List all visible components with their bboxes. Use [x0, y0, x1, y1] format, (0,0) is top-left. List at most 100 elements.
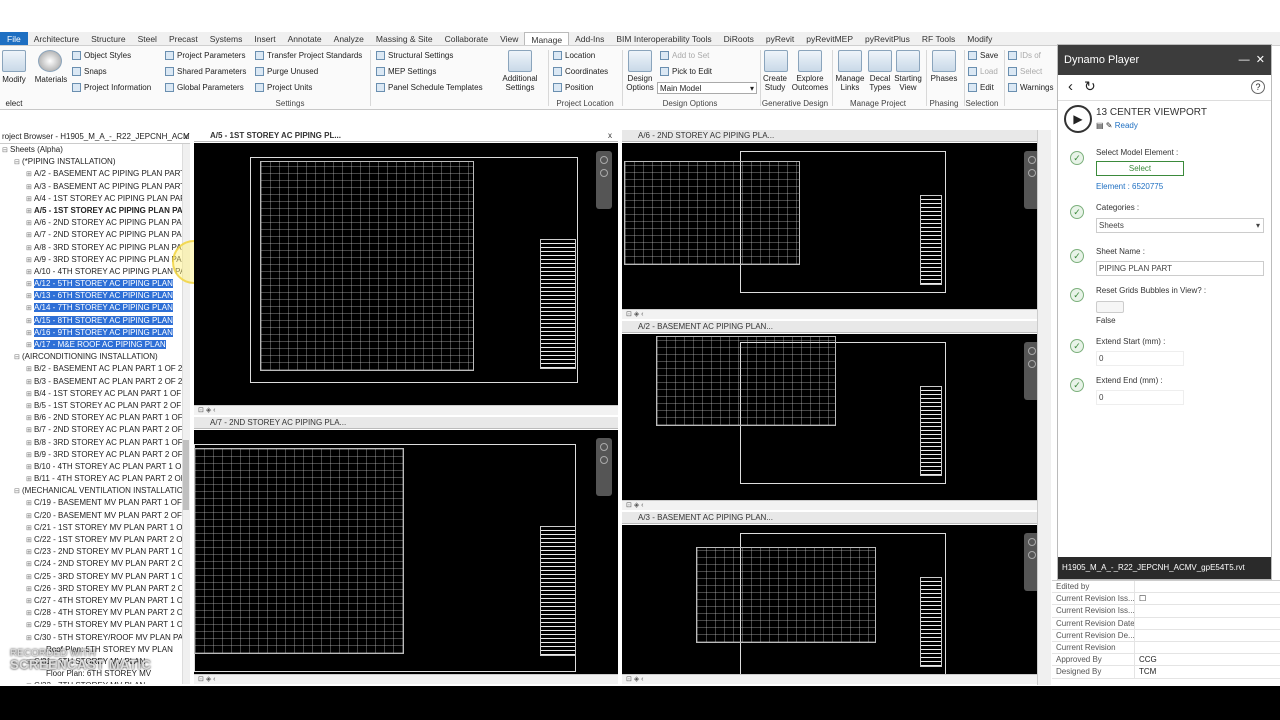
expand-icon[interactable]: ⊞: [26, 303, 34, 314]
pan-icon[interactable]: [1028, 551, 1036, 559]
property-value[interactable]: [1134, 641, 1280, 654]
browser-tree-item[interactable]: ⊞ B/3 - BASEMENT AC PLAN PART 2 OF 2: [0, 376, 182, 388]
browser-tree-item[interactable]: ⊟ (AIRCONDITIONING INSTALLATION): [0, 351, 182, 363]
warnings-button[interactable]: Warnings: [1008, 83, 1054, 92]
property-row[interactable]: Current Revision De...: [1052, 629, 1280, 642]
modify-button[interactable]: Modify: [0, 75, 28, 84]
navigation-wheel[interactable]: [596, 151, 612, 209]
starting-view-button[interactable]: Starting View: [892, 74, 924, 92]
expand-icon[interactable]: ⊞: [26, 523, 34, 534]
panel-schedule-templates-button[interactable]: Panel Schedule Templates: [376, 83, 483, 92]
browser-tree-item[interactable]: ⊞C/32 - 7TH STOREY MV PLAN: [0, 680, 182, 684]
sheet-view-canvas[interactable]: [622, 143, 1046, 309]
property-row[interactable]: Designed By TCM: [1052, 666, 1280, 679]
expand-icon[interactable]: ⊞: [26, 291, 34, 302]
property-row[interactable]: Current Revision Date: [1052, 617, 1280, 630]
expand-icon[interactable]: ⊞: [26, 218, 34, 229]
project-browser-scrollbar[interactable]: [182, 144, 190, 684]
ribbon-tab-analyze[interactable]: Analyze: [328, 32, 370, 45]
scrollbar-thumb[interactable]: [183, 440, 189, 510]
expand-icon[interactable]: ⊞: [26, 364, 34, 375]
expand-icon[interactable]: ⊞: [26, 572, 34, 583]
expand-icon[interactable]: ⊞: [26, 681, 34, 684]
expand-icon[interactable]: ⊞: [26, 620, 34, 631]
reset-grids-toggle[interactable]: [1096, 301, 1124, 313]
ribbon-tab-systems[interactable]: Systems: [204, 32, 249, 45]
ribbon-tab-massing-site[interactable]: Massing & Site: [370, 32, 439, 45]
close-view-icon[interactable]: x: [608, 130, 612, 141]
pan-icon[interactable]: [600, 456, 608, 464]
main-model-dropdown[interactable]: Main Model ▾: [657, 82, 757, 94]
browser-tree-item[interactable]: ⊞ A/8 - 3RD STOREY AC PIPING PLAN PA: [0, 242, 182, 254]
property-row[interactable]: Current Revision Iss...: [1052, 605, 1280, 618]
pan-icon[interactable]: [1028, 360, 1036, 368]
expand-icon[interactable]: ⊞: [26, 450, 34, 461]
ribbon-tab-pyrevitmep[interactable]: pyRevitMEP: [800, 32, 859, 45]
scroll-left-icon[interactable]: ‹: [213, 407, 215, 414]
edit-selection-button[interactable]: Edit: [968, 83, 994, 92]
expand-icon[interactable]: ⊞: [26, 389, 34, 400]
expand-icon[interactable]: ⊞: [26, 401, 34, 412]
expand-icon[interactable]: ⊞: [26, 547, 34, 558]
expand-icon[interactable]: ⊞: [26, 511, 34, 522]
load-selection-button[interactable]: Load: [968, 67, 998, 76]
browser-tree-item[interactable]: ⊞ B/11 - 4TH STOREY AC PLAN PART 2 OF: [0, 473, 182, 485]
ribbon-tab-file[interactable]: File: [0, 32, 28, 45]
manage-links-button[interactable]: Manage Links: [832, 74, 868, 92]
back-icon[interactable]: ‹: [1068, 78, 1073, 95]
ribbon-tab-precast[interactable]: Precast: [163, 32, 204, 45]
explore-outcomes-button[interactable]: Explore Outcomes: [790, 74, 830, 92]
project-units-button[interactable]: Project Units: [255, 83, 312, 92]
sheet-view-canvas[interactable]: [194, 143, 618, 405]
categories-dropdown[interactable]: Sheets ▾: [1096, 218, 1264, 233]
pan-icon[interactable]: [600, 169, 608, 177]
scroll-left-icon[interactable]: ‹: [641, 676, 643, 683]
zoom-icon[interactable]: [1028, 538, 1036, 546]
browser-tree-item[interactable]: ⊞ C/22 - 1ST STOREY MV PLAN PART 2 OF: [0, 534, 182, 546]
browser-tree-item[interactable]: ⊞ C/27 - 4TH STOREY MV PLAN PART 1 OI: [0, 595, 182, 607]
property-value[interactable]: [1134, 629, 1280, 641]
property-row[interactable]: Approved By CCG: [1052, 654, 1280, 667]
browser-tree-item[interactable]: ⊞ A/6 - 2ND STOREY AC PIPING PLAN PAI: [0, 217, 182, 229]
help-icon[interactable]: ?: [1251, 80, 1265, 94]
design-options-icon[interactable]: [628, 50, 652, 72]
expand-icon[interactable]: ⊞: [26, 413, 34, 424]
browser-tree-item[interactable]: ⊞ B/4 - 1ST STOREY AC PLAN PART 1 OF: [0, 388, 182, 400]
view-scale-icon[interactable]: ⊡: [626, 676, 632, 683]
view-control-bar[interactable]: ⊡ ◈ ‹: [194, 674, 618, 684]
detail-level-icon[interactable]: ◈: [634, 311, 639, 318]
ids-of-selection-button[interactable]: IDs of: [1008, 51, 1041, 60]
edit-pencil-icon[interactable]: ✎: [1106, 121, 1113, 130]
browser-tree-item[interactable]: ⊞ C/19 - BASEMENT MV PLAN PART 1 OF: [0, 497, 182, 509]
browser-tree-item[interactable]: ⊞ C/29 - 5TH STOREY MV PLAN PART 1 OI: [0, 619, 182, 631]
coordinates-button[interactable]: Coordinates: [553, 67, 608, 76]
browser-tree-item[interactable]: ⊞ A/7 - 2ND STOREY AC PIPING PLAN PA: [0, 229, 182, 241]
ribbon-tab-pyrevitplus[interactable]: pyRevitPlus: [859, 32, 916, 45]
select-dropdown[interactable]: elect: [0, 99, 28, 108]
project-parameters-button[interactable]: Project Parameters: [165, 51, 245, 60]
explore-outcomes-icon[interactable]: [798, 50, 822, 72]
materials-button[interactable]: Materials: [32, 75, 70, 84]
expand-icon[interactable]: ⊞: [26, 279, 34, 290]
browser-tree-item[interactable]: ⊞ B/2 - BASEMENT AC PLAN PART 1 OF 2: [0, 363, 182, 375]
transfer-standards-button[interactable]: Transfer Project Standards: [255, 51, 362, 60]
expand-icon[interactable]: ⊞: [26, 182, 34, 193]
additional-settings-icon[interactable]: [508, 50, 532, 72]
sheet-view-canvas[interactable]: [622, 525, 1046, 674]
ribbon-tab-pyrevit[interactable]: pyRevit: [760, 32, 800, 45]
property-row[interactable]: Edited by: [1052, 581, 1280, 594]
property-row[interactable]: Current Revision Iss... ☐: [1052, 593, 1280, 606]
select-element-button[interactable]: Select: [1096, 161, 1184, 176]
create-study-icon[interactable]: [764, 50, 788, 72]
select-by-id-button[interactable]: Select: [1008, 67, 1042, 76]
browser-tree-item[interactable]: ⊟ Sheets (Alpha): [0, 144, 182, 156]
detail-level-icon[interactable]: ◈: [634, 676, 639, 683]
global-parameters-button[interactable]: Global Parameters: [165, 83, 244, 92]
property-row[interactable]: Current Revision: [1052, 641, 1280, 655]
view-tab[interactable]: A/3 - BASEMENT AC PIPING PLAN...: [622, 512, 1046, 524]
create-study-button[interactable]: Create Study: [760, 74, 790, 92]
collapse-icon[interactable]: ⊟: [14, 486, 22, 497]
browser-tree-item[interactable]: ⊞ A/13 - 6TH STOREY AC PIPING PLAN: [0, 290, 182, 302]
shared-parameters-button[interactable]: Shared Parameters: [165, 67, 246, 76]
collapse-icon[interactable]: ⊟: [14, 352, 22, 363]
